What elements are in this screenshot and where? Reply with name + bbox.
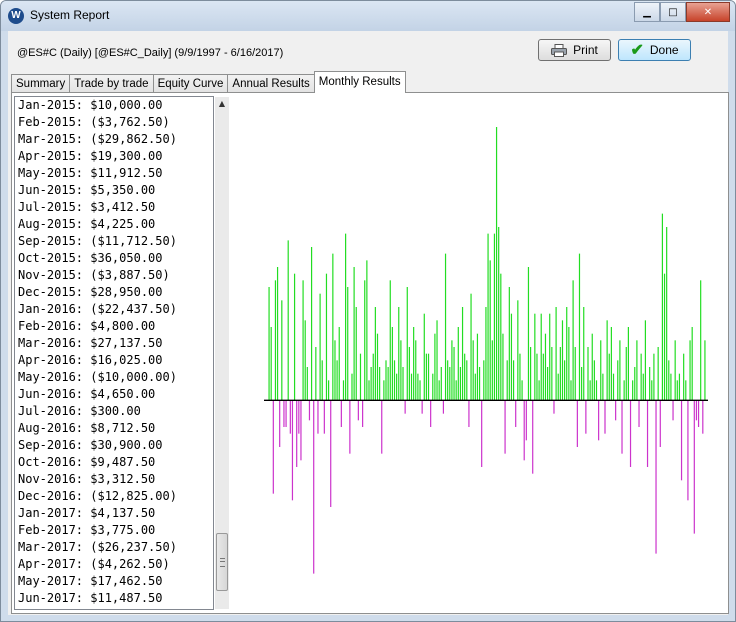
list-item[interactable]: Jul-2015: $3,412.50 [15, 199, 213, 216]
list-item[interactable]: Jun-2017: $11,487.50 [15, 590, 213, 607]
window-title: System Report [30, 8, 110, 22]
scroll-up-arrow-icon[interactable]: ▲ [215, 97, 229, 111]
list-item[interactable]: Feb-2016: $4,800.00 [15, 318, 213, 335]
print-label: Print [573, 43, 598, 57]
tab-trade-by-trade[interactable]: Trade by trade [69, 74, 154, 93]
title-bar[interactable]: W System Report ▁ □ ✕ [1, 1, 735, 31]
close-icon: ✕ [703, 6, 713, 18]
window-controls: ▁ □ ✕ [634, 2, 730, 22]
minimize-icon: ▁ [643, 6, 651, 18]
list-item[interactable]: Sep-2016: $30,900.00 [15, 437, 213, 454]
monthly-results-chart [264, 127, 708, 574]
grip-icon [220, 558, 225, 567]
list-item[interactable]: Feb-2017: $3,775.00 [15, 522, 213, 539]
done-label: Done [649, 43, 679, 57]
list-item[interactable]: Mar-2017: ($26,237.50) [15, 539, 213, 556]
list-item[interactable]: Oct-2015: $36,050.00 [15, 250, 213, 267]
tab-summary[interactable]: Summary [11, 74, 71, 93]
list-item[interactable]: Dec-2016: ($12,825.00) [15, 488, 213, 505]
list-item[interactable]: Jan-2015: $10,000.00 [15, 97, 213, 114]
list-item[interactable]: Sep-2015: ($11,712.50) [15, 233, 213, 250]
list-item[interactable]: Nov-2016: $3,312.50 [15, 471, 213, 488]
list-scrollbar[interactable]: ▲ [215, 97, 229, 609]
list-item[interactable]: Aug-2016: $8,712.50 [15, 420, 213, 437]
close-button[interactable]: ✕ [686, 2, 730, 22]
maximize-button[interactable]: □ [660, 2, 686, 22]
list-item[interactable]: Feb-2015: ($3,762.50) [15, 114, 213, 131]
done-button[interactable]: ✔ Done [618, 39, 691, 61]
app-icon: W [8, 8, 24, 24]
list-item[interactable]: Dec-2015: $28,950.00 [15, 284, 213, 301]
list-item[interactable]: Mar-2015: ($29,862.50) [15, 131, 213, 148]
monthly-results-panel: Jan-2015: $10,000.00 Feb-2015: ($3,762.50… [11, 92, 729, 614]
list-item[interactable]: Oct-2016: $9,487.50 [15, 454, 213, 471]
tab-strip: Summary Trade by trade Equity Curve Annu… [11, 71, 406, 93]
printer-icon [551, 43, 568, 57]
checkmark-icon: ✔ [630, 42, 644, 59]
list-item[interactable]: May-2016: ($10,000.00) [15, 369, 213, 386]
list-item[interactable]: May-2015: $11,912.50 [15, 165, 213, 182]
list-item[interactable]: Jun-2015: $5,350.00 [15, 182, 213, 199]
list-item[interactable]: Jan-2017: $4,137.50 [15, 505, 213, 522]
list-item[interactable]: May-2017: $17,462.50 [15, 573, 213, 590]
system-report-window: W System Report ▁ □ ✕ @ES#C (Daily) [@ES… [0, 0, 736, 622]
report-client-area: @ES#C (Daily) [@ES#C_Daily] (9/9/1997 - … [8, 31, 729, 615]
list-item[interactable]: Apr-2016: $16,025.00 [15, 352, 213, 369]
monthly-results-list[interactable]: Jan-2015: $10,000.00 Feb-2015: ($3,762.50… [14, 96, 214, 610]
minimize-button[interactable]: ▁ [634, 2, 660, 22]
list-item[interactable]: Mar-2016: $27,137.50 [15, 335, 213, 352]
print-button[interactable]: Print [538, 39, 611, 61]
tab-annual-results[interactable]: Annual Results [227, 74, 315, 93]
maximize-icon: □ [668, 6, 678, 18]
list-item[interactable]: Apr-2015: $19,300.00 [15, 148, 213, 165]
scrollbar-thumb[interactable] [216, 533, 228, 591]
list-item[interactable]: Jun-2016: $4,650.00 [15, 386, 213, 403]
list-item[interactable]: Nov-2015: ($3,887.50) [15, 267, 213, 284]
tab-monthly-results[interactable]: Monthly Results [313, 71, 406, 93]
list-item[interactable]: Aug-2015: $4,225.00 [15, 216, 213, 233]
list-item[interactable]: Jan-2016: ($22,437.50) [15, 301, 213, 318]
tab-equity-curve[interactable]: Equity Curve [152, 74, 229, 93]
list-item[interactable]: Jul-2016: $300.00 [15, 403, 213, 420]
report-subtitle: @ES#C (Daily) [@ES#C_Daily] (9/9/1997 - … [17, 47, 284, 59]
list-item[interactable]: Apr-2017: ($4,262.50) [15, 556, 213, 573]
